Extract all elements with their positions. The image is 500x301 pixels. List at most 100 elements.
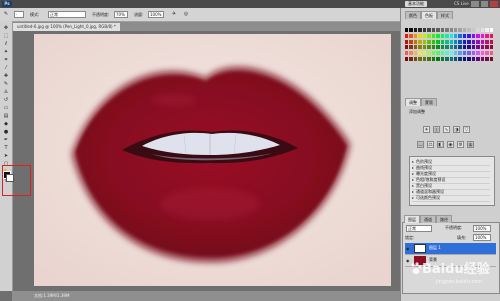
swatch[interactable] (422, 28, 427, 32)
swatch[interactable] (471, 33, 476, 38)
swatch[interactable] (418, 57, 422, 62)
swatch[interactable] (427, 28, 431, 32)
marquee-icon[interactable]: ⬚ (2, 33, 10, 39)
swatch[interactable] (489, 57, 493, 62)
swatch[interactable] (453, 57, 458, 62)
swatch[interactable] (445, 28, 449, 32)
swatch[interactable] (422, 33, 427, 38)
swatch[interactable] (489, 28, 493, 32)
exposure-icon[interactable]: ◑ (453, 126, 460, 133)
swatch[interactable] (405, 39, 409, 44)
swatch[interactable] (462, 57, 467, 62)
tab-channels[interactable]: 通道 (420, 215, 436, 223)
swatch[interactable] (476, 57, 480, 62)
swatch[interactable] (436, 39, 440, 44)
swatch[interactable] (458, 45, 462, 50)
swatch[interactable] (413, 57, 418, 62)
swatch[interactable] (471, 51, 476, 56)
swatch[interactable] (413, 45, 418, 50)
swatch[interactable] (409, 28, 413, 32)
pen-icon[interactable]: ✒ (2, 137, 10, 143)
swatch[interactable] (422, 39, 427, 44)
levels-icon[interactable]: ▥ (433, 126, 440, 133)
swatch[interactable] (476, 28, 480, 32)
swatch[interactable] (413, 33, 418, 38)
swatch[interactable] (436, 45, 440, 50)
swatch[interactable] (449, 51, 453, 56)
swatch[interactable] (480, 57, 485, 62)
swatch[interactable] (462, 45, 467, 50)
swatch[interactable] (431, 57, 436, 62)
close-icon[interactable] (490, 1, 499, 7)
swatch[interactable] (458, 33, 462, 38)
swatch[interactable] (462, 51, 467, 56)
dodge-icon[interactable]: ● (2, 129, 10, 135)
crop-icon[interactable]: ⌗ (2, 57, 10, 63)
swatch[interactable] (405, 51, 409, 56)
swatch[interactable] (480, 45, 485, 50)
swatch[interactable] (480, 28, 485, 32)
swatch[interactable] (431, 45, 436, 50)
fill-input[interactable]: 100% (473, 234, 491, 241)
swatch[interactable] (436, 33, 440, 38)
eraser-icon[interactable]: ▭ (2, 105, 10, 111)
channel-mixer-icon[interactable]: ⚙ (457, 141, 464, 148)
swatch[interactable] (449, 39, 453, 44)
black-white-icon[interactable]: ◧ (437, 141, 444, 148)
swatch[interactable] (458, 28, 462, 32)
swatch[interactable] (453, 51, 458, 56)
swatch[interactable] (462, 39, 467, 44)
cs-live-button[interactable]: CS Live (454, 1, 469, 7)
healing-brush-icon[interactable]: ✚ (2, 73, 10, 79)
minimize-icon[interactable] (471, 1, 479, 7)
swatch[interactable] (409, 57, 413, 62)
swatch[interactable] (480, 51, 485, 56)
swatch[interactable] (440, 28, 445, 32)
brush-preset-icon[interactable]: ✎ (2, 11, 10, 17)
workspace-button[interactable]: 基本功能 (405, 1, 427, 7)
swatch[interactable] (409, 33, 413, 38)
layer-row[interactable]: ◉ 背景 (405, 255, 496, 267)
swatch[interactable] (453, 45, 458, 50)
tab-adjustments[interactable]: 调整 (405, 98, 421, 106)
swatches-grid[interactable] (405, 28, 493, 62)
swatch[interactable] (480, 39, 485, 44)
swatch[interactable] (476, 51, 480, 56)
swatch[interactable] (467, 45, 471, 50)
swatch[interactable] (436, 51, 440, 56)
swatch[interactable] (453, 39, 458, 44)
swatch[interactable] (471, 57, 476, 62)
swatch[interactable] (427, 57, 431, 62)
swatch[interactable] (440, 45, 445, 50)
swatch[interactable] (449, 57, 453, 62)
swatch[interactable] (440, 33, 445, 38)
move-icon[interactable]: ✥ (2, 25, 10, 31)
swatch[interactable] (458, 39, 462, 44)
swatch[interactable] (431, 33, 436, 38)
type-icon[interactable]: T (2, 145, 10, 151)
swatch[interactable] (489, 39, 493, 44)
swatch[interactable] (409, 51, 413, 56)
swatch[interactable] (462, 28, 467, 32)
curves-icon[interactable]: ∿ (443, 126, 450, 133)
swatch[interactable] (436, 28, 440, 32)
swatch[interactable] (489, 33, 493, 38)
swatch[interactable] (489, 51, 493, 56)
swatch[interactable] (436, 57, 440, 62)
swatch[interactable] (449, 45, 453, 50)
swatch[interactable] (418, 45, 422, 50)
swatch[interactable] (449, 33, 453, 38)
swatch[interactable] (413, 51, 418, 56)
vibrance-icon[interactable]: ▽ (463, 126, 470, 133)
swatch[interactable] (427, 39, 431, 44)
tab-paths[interactable]: 路径 (436, 215, 452, 223)
swatch[interactable] (453, 28, 458, 32)
swatch[interactable] (431, 28, 436, 32)
tab-masks[interactable]: 蒙版 (421, 98, 437, 106)
layer-opacity-input[interactable]: 100% (473, 225, 491, 232)
tab-swatches[interactable]: 色板 (421, 11, 437, 19)
swatch[interactable] (485, 28, 489, 32)
color-balance-icon[interactable]: ⚖ (427, 141, 434, 148)
swatch[interactable] (413, 28, 418, 32)
clone-stamp-icon[interactable]: ♙ (2, 89, 10, 95)
